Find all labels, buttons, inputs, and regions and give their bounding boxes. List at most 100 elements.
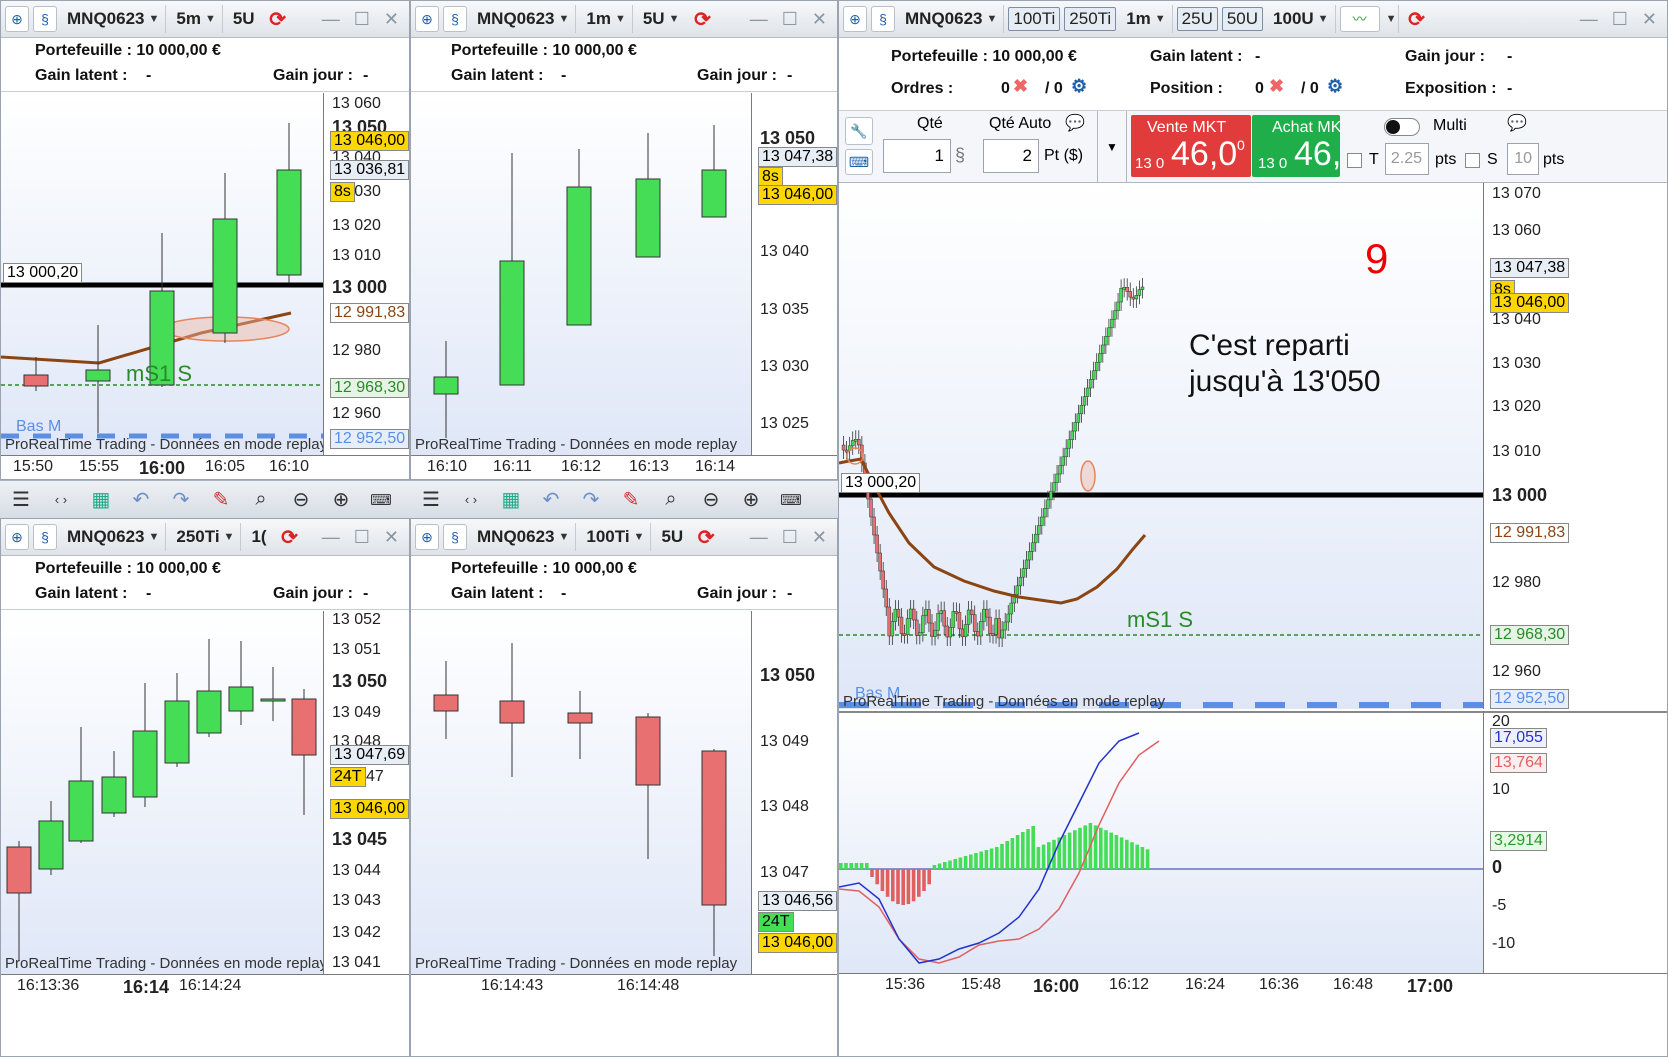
- undo-icon[interactable]: ↶: [536, 485, 566, 515]
- zoom-in-icon[interactable]: ⊕: [736, 485, 766, 515]
- refresh-icon[interactable]: ⟳: [265, 6, 291, 32]
- calendar-icon[interactable]: ▦: [496, 485, 526, 515]
- keyboard-icon[interactable]: ⌨: [776, 485, 806, 515]
- price-chart[interactable]: 13 000,20 mS1 S Bas M ProRealTime Tradin…: [1, 93, 323, 455]
- units-100u-select[interactable]: 100U ▼: [1267, 5, 1336, 33]
- price-chart[interactable]: ProRealTime Trading - Données en mode re…: [1, 611, 323, 974]
- price-axis[interactable]: 13 050 13 040 13 035 13 030 13 025 13 04…: [751, 93, 837, 455]
- instrument-select[interactable]: MNQ0623 ▼: [899, 5, 1005, 33]
- units-select[interactable]: 5U: [227, 5, 261, 33]
- minimize-icon[interactable]: —: [750, 527, 768, 548]
- instrument-select[interactable]: MNQ0623 ▼: [471, 5, 577, 33]
- refresh-icon[interactable]: ⟳: [693, 524, 719, 550]
- price-chart[interactable]: ProRealTime Trading - Données en mode re…: [411, 93, 751, 455]
- price-chart[interactable]: 13 000,20 9 C'est reparti jusqu'à 13'050…: [839, 183, 1483, 709]
- price-axis[interactable]: 13 070 13 060 13 040 13 030 13 020 13 01…: [1483, 183, 1667, 709]
- link-icon[interactable]: ⊕: [5, 6, 29, 32]
- time-axis[interactable]: 16:10 16:11 16:12 16:13 16:14: [411, 455, 837, 479]
- minimize-icon[interactable]: —: [322, 527, 340, 548]
- zoom-auto-icon[interactable]: ⌕: [656, 485, 686, 515]
- stop-input[interactable]: 10: [1507, 143, 1539, 175]
- refresh-icon[interactable]: ⟳: [277, 524, 303, 550]
- chain-icon[interactable]: §: [33, 6, 57, 32]
- drawing-tool-icon[interactable]: ✎: [616, 485, 646, 515]
- qty-auto-input[interactable]: 2: [983, 139, 1039, 173]
- keyboard-icon[interactable]: ⌨: [845, 149, 873, 175]
- order-type-dropdown[interactable]: ▼: [1097, 111, 1127, 183]
- macd-indicator-panel[interactable]: [839, 711, 1483, 973]
- units-50u-button[interactable]: 50U: [1221, 7, 1264, 31]
- cancel-orders-icon[interactable]: ✖: [1013, 76, 1028, 97]
- indicator-icon[interactable]: 〰: [1339, 6, 1380, 32]
- zoom-out-icon[interactable]: ⊖: [696, 485, 726, 515]
- price-axis[interactable]: 13 050 13 049 13 048 13 047 13 046,56 24…: [751, 611, 837, 974]
- price-axis[interactable]: 13 060 13 050 13 040 13 030 13 020 13 01…: [323, 93, 409, 455]
- minimize-icon[interactable]: —: [750, 9, 768, 30]
- qty-input[interactable]: 1: [883, 139, 951, 173]
- maximize-icon[interactable]: ☐: [1612, 9, 1628, 30]
- timeframe-250ti-button[interactable]: 250Ti: [1064, 7, 1117, 31]
- refresh-icon[interactable]: ⟳: [1403, 6, 1429, 32]
- link-icon[interactable]: ⊕: [415, 6, 439, 32]
- info-bubble-icon[interactable]: 💬: [1065, 113, 1085, 133]
- gears-icon[interactable]: ⚙: [1327, 76, 1343, 97]
- redo-icon[interactable]: ↷: [576, 485, 606, 515]
- minimize-icon[interactable]: —: [1580, 9, 1598, 30]
- redo-icon[interactable]: ↷: [166, 485, 196, 515]
- close-icon[interactable]: ✕: [812, 9, 827, 30]
- menu-icon[interactable]: ☰: [6, 485, 36, 515]
- close-icon[interactable]: ✕: [1642, 9, 1657, 30]
- stop-checkbox[interactable]: [1465, 153, 1480, 168]
- keyboard-icon[interactable]: ⌨: [366, 485, 396, 515]
- close-icon[interactable]: ✕: [384, 9, 399, 30]
- instrument-select[interactable]: MNQ0623 ▼: [471, 523, 577, 551]
- time-axis[interactable]: 16:13:36 16:14 16:14:24: [1, 974, 409, 1056]
- calendar-icon[interactable]: ▦: [86, 485, 116, 515]
- indicator-axis[interactable]: 20 10 0 -5 -10 17,055 13,764 3,2914: [1483, 711, 1667, 973]
- zoom-auto-icon[interactable]: ⌕: [246, 485, 276, 515]
- link-icon[interactable]: ⊕: [843, 6, 867, 32]
- wrench-icon[interactable]: 🔧: [845, 117, 873, 145]
- close-icon[interactable]: ✕: [812, 527, 827, 548]
- timeframe-select[interactable]: 5m ▼: [170, 5, 223, 33]
- drawing-tool-icon[interactable]: ✎: [206, 485, 236, 515]
- buy-market-button[interactable]: Achat MK 13 0 46,: [1252, 115, 1340, 177]
- units-select[interactable]: 5U ▼: [637, 5, 686, 33]
- chain-icon[interactable]: §: [443, 6, 467, 32]
- zoom-out-icon[interactable]: ⊖: [286, 485, 316, 515]
- gears-icon[interactable]: ⚙: [1071, 76, 1087, 97]
- time-axis[interactable]: 16:14:43 16:14:48: [411, 974, 837, 1056]
- indicator-dropdown[interactable]: ▼: [1384, 5, 1400, 33]
- trailing-checkbox[interactable]: [1347, 153, 1362, 168]
- link-icon[interactable]: ⊕: [5, 524, 29, 550]
- timeframe-select[interactable]: 1m ▼: [1120, 5, 1173, 33]
- undo-icon[interactable]: ↶: [126, 485, 156, 515]
- timeframe-select[interactable]: 100Ti ▼: [580, 523, 652, 551]
- instrument-select[interactable]: MNQ0623 ▼: [61, 5, 167, 33]
- instrument-select[interactable]: MNQ0623 ▼: [61, 523, 167, 551]
- minimize-icon[interactable]: —: [322, 9, 340, 30]
- timeframe-select[interactable]: 1m ▼: [580, 5, 633, 33]
- maximize-icon[interactable]: ☐: [354, 527, 370, 548]
- timeframe-select[interactable]: 250Ti ▼: [170, 523, 242, 551]
- sell-market-button[interactable]: Vente MKT 13 0 46,0 0: [1131, 115, 1251, 177]
- menu-icon[interactable]: ☰: [416, 485, 446, 515]
- chain-icon[interactable]: §: [955, 145, 965, 166]
- maximize-icon[interactable]: ☐: [354, 9, 370, 30]
- info-bubble-icon[interactable]: 💬: [1507, 113, 1527, 133]
- zoom-in-icon[interactable]: ⊕: [326, 485, 356, 515]
- trailing-input[interactable]: 2.25: [1385, 143, 1429, 175]
- timeframe-100ti-button[interactable]: 100Ti: [1008, 7, 1061, 31]
- chain-icon[interactable]: §: [33, 524, 57, 550]
- link-icon[interactable]: ⊕: [415, 524, 439, 550]
- price-chart[interactable]: ProRealTime Trading - Données en mode re…: [411, 611, 751, 974]
- units-select[interactable]: 5U: [655, 523, 689, 551]
- maximize-icon[interactable]: ☐: [782, 527, 798, 548]
- maximize-icon[interactable]: ☐: [782, 9, 798, 30]
- close-icon[interactable]: ✕: [384, 527, 399, 548]
- chain-icon[interactable]: §: [443, 524, 467, 550]
- scroll-arrows-icon[interactable]: ‹ ›: [46, 485, 76, 515]
- close-position-icon[interactable]: ✖: [1269, 76, 1284, 97]
- scroll-arrows-icon[interactable]: ‹ ›: [456, 485, 486, 515]
- refresh-icon[interactable]: ⟳: [689, 6, 715, 32]
